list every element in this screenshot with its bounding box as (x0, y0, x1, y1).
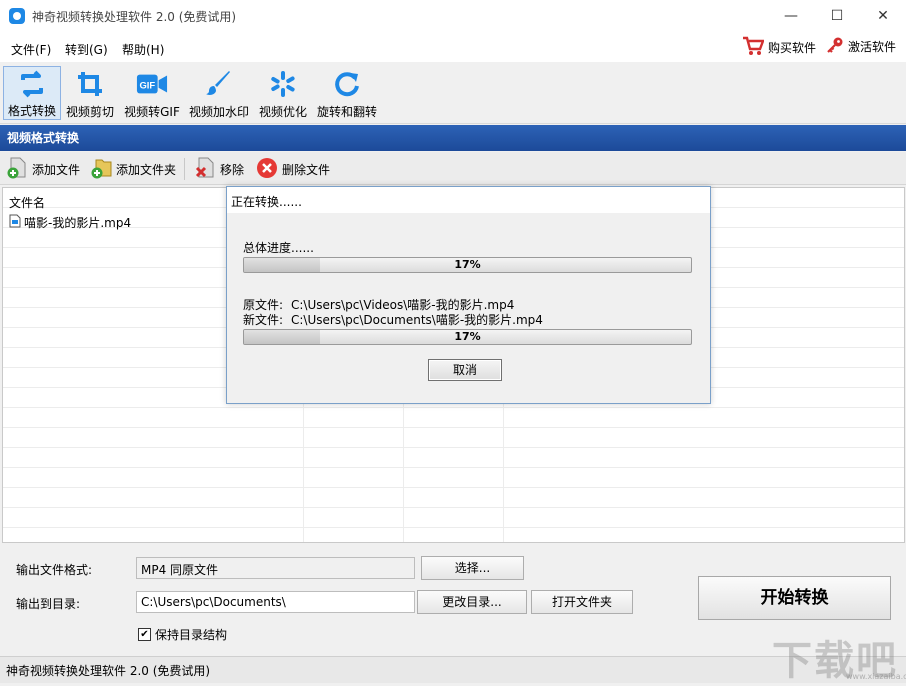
tool-rotate-flip[interactable]: 旋转和翻转 (315, 66, 379, 120)
add-folder-label: 添加文件夹 (116, 162, 177, 177)
crop-icon (74, 69, 106, 99)
tool-video-optimize[interactable]: 视频优化 (256, 66, 310, 120)
buy-software-button[interactable]: 购买软件 (742, 36, 816, 59)
dialog-title: 正在转换...... (227, 187, 710, 213)
target-file-label: 新文件: (243, 313, 284, 327)
menu-help[interactable]: 帮助(H) (122, 41, 164, 58)
file-progress-percent: 17% (454, 330, 481, 343)
minimize-button[interactable]: — (768, 0, 814, 32)
app-logo-icon (9, 8, 25, 24)
delete-file-button[interactable]: 删除文件 (256, 157, 330, 181)
status-bar: 神奇视频转换处理软件 2.0 (免费试用) (0, 656, 906, 683)
column-header-filename[interactable]: 文件名 (9, 194, 45, 211)
remove-button[interactable]: 移除 (194, 157, 244, 181)
key-icon (826, 36, 844, 57)
overall-progress-label: 总体进度...... (243, 241, 314, 255)
menu-goto[interactable]: 转到(G) (65, 41, 108, 58)
add-folder-button[interactable]: 添加文件夹 (90, 157, 176, 181)
section-title: 视频格式转换 (0, 125, 906, 151)
tool-label: 视频优化 (258, 105, 307, 119)
choose-format-button[interactable]: 选择... (421, 556, 524, 580)
keep-structure-checkbox[interactable]: ✔ (138, 628, 151, 641)
open-folder-button[interactable]: 打开文件夹 (531, 590, 633, 614)
tool-label: 旋转和翻转 (316, 105, 377, 119)
menu-file[interactable]: 文件(F) (11, 41, 51, 58)
output-dir-field[interactable]: C:\Users\pc\Documents\ (136, 591, 415, 613)
keep-structure-label: 保持目录结构 (155, 628, 228, 642)
tool-label: 视频转GIF (124, 105, 180, 119)
format-convert-icon (16, 70, 48, 98)
tool-format-convert[interactable]: 格式转换 (3, 66, 61, 120)
cancel-button[interactable]: 取消 (428, 359, 502, 381)
remove-icon (194, 157, 216, 182)
tool-label: 视频加水印 (188, 105, 249, 119)
output-dir-label: 输出到目录: (16, 597, 81, 611)
tool-video-crop[interactable]: 视频剪切 (64, 66, 116, 120)
tool-video-to-gif[interactable]: GIF 视频转GIF (122, 66, 182, 120)
activate-software-label: 激活软件 (848, 40, 897, 54)
remove-label: 移除 (220, 162, 245, 177)
optimize-icon (267, 69, 299, 99)
shopping-cart-icon (742, 36, 765, 59)
toolbar-divider (184, 158, 185, 180)
add-file-label: 添加文件 (32, 162, 81, 177)
add-file-button[interactable]: 添加文件 (6, 157, 80, 181)
rotate-icon (331, 69, 363, 99)
tool-label: 格式转换 (7, 104, 56, 118)
output-format-label: 输出文件格式: (16, 563, 93, 577)
maximize-button[interactable]: ☐ (814, 0, 860, 32)
add-folder-icon (90, 157, 112, 182)
delete-file-label: 删除文件 (282, 162, 331, 177)
keep-structure-option[interactable]: ✔ 保持目录结构 (138, 626, 227, 643)
list-item[interactable]: 喵影-我的影片.mp4 (9, 214, 131, 231)
target-file-path: C:\Users\pc\Documents\喵影-我的影片.mp4 (291, 313, 543, 327)
tool-label: 视频剪切 (65, 105, 114, 119)
conversion-progress-dialog: 正在转换...... 总体进度...... 17% 原文件: C:\Users\… (226, 186, 711, 404)
watermark-url: www.xiazaiba.com (846, 672, 906, 681)
add-file-icon (6, 157, 28, 182)
file-name: 喵影-我的影片.mp4 (24, 216, 132, 230)
delete-icon (256, 157, 278, 182)
buy-software-label: 购买软件 (768, 41, 817, 55)
gif-icon: GIF (136, 69, 168, 99)
overall-progress-percent: 17% (454, 258, 481, 271)
close-button[interactable]: ✕ (860, 0, 906, 32)
brush-icon (203, 69, 235, 99)
file-progress-bar: 17% (243, 329, 692, 345)
output-format-field[interactable]: MP4 同原文件 (136, 557, 415, 579)
tool-video-watermark[interactable]: 视频加水印 (187, 66, 251, 120)
overall-progress-bar: 17% (243, 257, 692, 273)
svg-text:GIF: GIF (139, 80, 155, 91)
activate-software-button[interactable]: 激活软件 (826, 36, 896, 57)
video-file-icon (9, 214, 21, 231)
change-dir-button[interactable]: 更改目录... (417, 590, 527, 614)
window-title: 神奇视频转换处理软件 2.0 (免费试用) (32, 10, 237, 24)
start-convert-button[interactable]: 开始转换 (698, 576, 891, 620)
